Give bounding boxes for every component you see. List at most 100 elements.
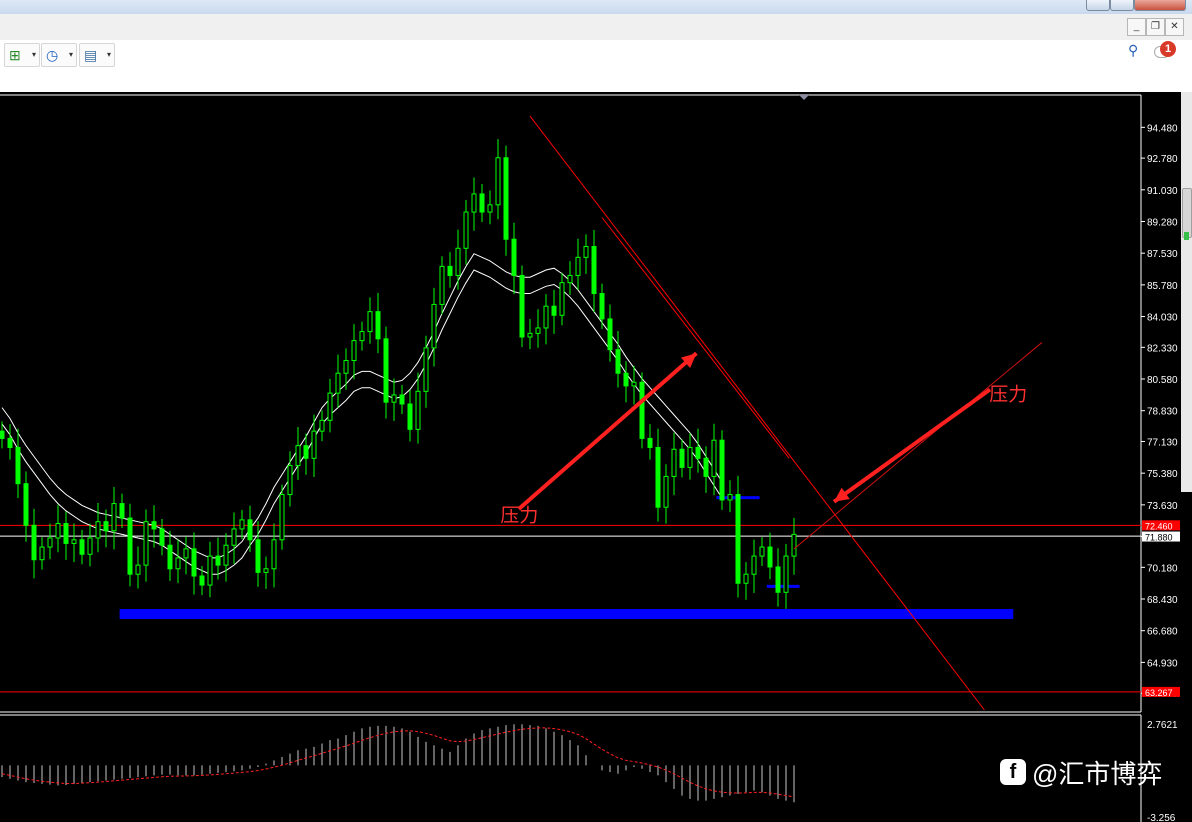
price-tick-label: 84.030 [1147,313,1178,324]
candle-body [527,332,533,338]
candle-body [423,347,429,392]
candle-body [471,193,477,213]
mdi-minimize-button[interactable]: _ [1127,18,1146,36]
price-tick-label: 78.830 [1147,407,1178,418]
candle-body [775,566,781,593]
candle-body [727,494,733,501]
price-tick-label: 87.530 [1147,249,1178,260]
candle-body [135,564,141,575]
candle-body [151,521,157,530]
candle-body [175,557,181,570]
periodicity-button[interactable]: ◷ ▾ [41,43,77,67]
candle-body [231,528,237,546]
price-tick-label: 89.280 [1147,217,1178,228]
candle-body [0,430,5,439]
candle-body [583,245,589,258]
oscillator-tick-label: -3.256 [1147,813,1176,822]
price-tick-label: 73.630 [1147,501,1178,512]
candle-body [327,392,333,421]
candle-body [287,465,293,496]
candle-body [183,548,189,559]
candle-body [519,274,525,338]
candle-body [511,238,517,276]
candle-body [479,193,485,213]
candle-body [655,446,661,508]
candle-body [407,403,413,430]
candle-body [695,446,701,459]
candle-body [719,439,725,501]
candle-body [63,523,69,544]
new-chart-button[interactable]: ⊞ ▾ [4,43,40,67]
scrollbar-indicator [1184,232,1189,240]
outer-minimize-button[interactable] [1086,0,1110,11]
candle-body [215,555,221,566]
candle-body [711,439,717,477]
toolbar: ⊞ ▾ ◷ ▾ ▤ ▾ [0,40,1192,93]
short-support-1 [766,584,800,588]
candle-body [143,521,149,566]
price-tick-label: 77.130 [1147,437,1178,448]
oscillator-tick-label: 2.7621 [1147,720,1178,731]
candle-body [487,204,493,213]
candle-body [263,568,269,573]
price-tick-label: 66.680 [1147,627,1178,638]
candle-body [103,521,109,532]
candle-body [351,340,357,362]
candle-body [455,247,461,276]
candle-body [567,274,573,284]
candle-body [119,503,125,519]
candle-body [551,305,557,316]
candle-body [311,430,317,459]
outer-maximize-button[interactable] [1110,0,1134,11]
candle-body [615,349,621,374]
search-icon[interactable]: ⚲ [1128,42,1138,59]
support-zone [119,609,1014,620]
chart-add-icon: ⊞ [9,47,21,63]
price-tick-label: 75.380 [1147,469,1178,480]
candle-body [791,533,797,557]
chevron-down-icon: ▾ [68,50,73,59]
candle-body [159,528,165,546]
candle-body [623,372,629,387]
mdi-restore-button[interactable]: ❐ [1146,18,1165,36]
candle-body [87,537,93,555]
notification-badge[interactable]: 1 [1160,41,1176,57]
candle-body [687,446,693,468]
candle-body [415,390,421,430]
mdi-window-bar: _ ❐ ✕ [0,14,1192,41]
candle-body [95,521,101,539]
candle-body [223,544,229,566]
candle-body [647,437,653,448]
candle-body [71,539,77,544]
watermark: f @汇市博弈 [1000,755,1162,789]
window-title-bar [0,0,1192,14]
candle-body [111,503,117,532]
candle-body [759,546,765,557]
candle-body [439,265,445,305]
candle-body [503,157,509,240]
candle-body [247,519,253,541]
outer-close-button[interactable] [1134,0,1186,11]
candle-body [47,537,53,548]
chevron-down-icon: ▾ [31,50,36,59]
candle-body [399,394,405,405]
vertical-scrollbar[interactable] [1181,92,1192,492]
templates-button[interactable]: ▤ ▾ [79,43,115,67]
chart-area[interactable]: 压力压力 94.48092.78091.03089.28087.53085.78… [0,92,1192,822]
candle-body [55,523,61,539]
candle-body [375,311,381,340]
candle-body [167,544,173,570]
price-tick-label: 94.480 [1147,123,1178,134]
price-tag-upper: 72.460 [1145,521,1173,531]
candle-body [703,457,709,477]
candle-body [127,517,133,575]
price-tick-label: 64.930 [1147,658,1178,669]
scrollbar-thumb[interactable] [1182,188,1192,238]
candle-body [343,360,349,374]
candle-body [199,575,205,586]
candle-body [735,494,741,584]
candle-body [559,282,565,316]
mdi-close-button[interactable]: ✕ [1165,18,1184,36]
candle-body [359,331,365,342]
candle-body [207,555,213,586]
